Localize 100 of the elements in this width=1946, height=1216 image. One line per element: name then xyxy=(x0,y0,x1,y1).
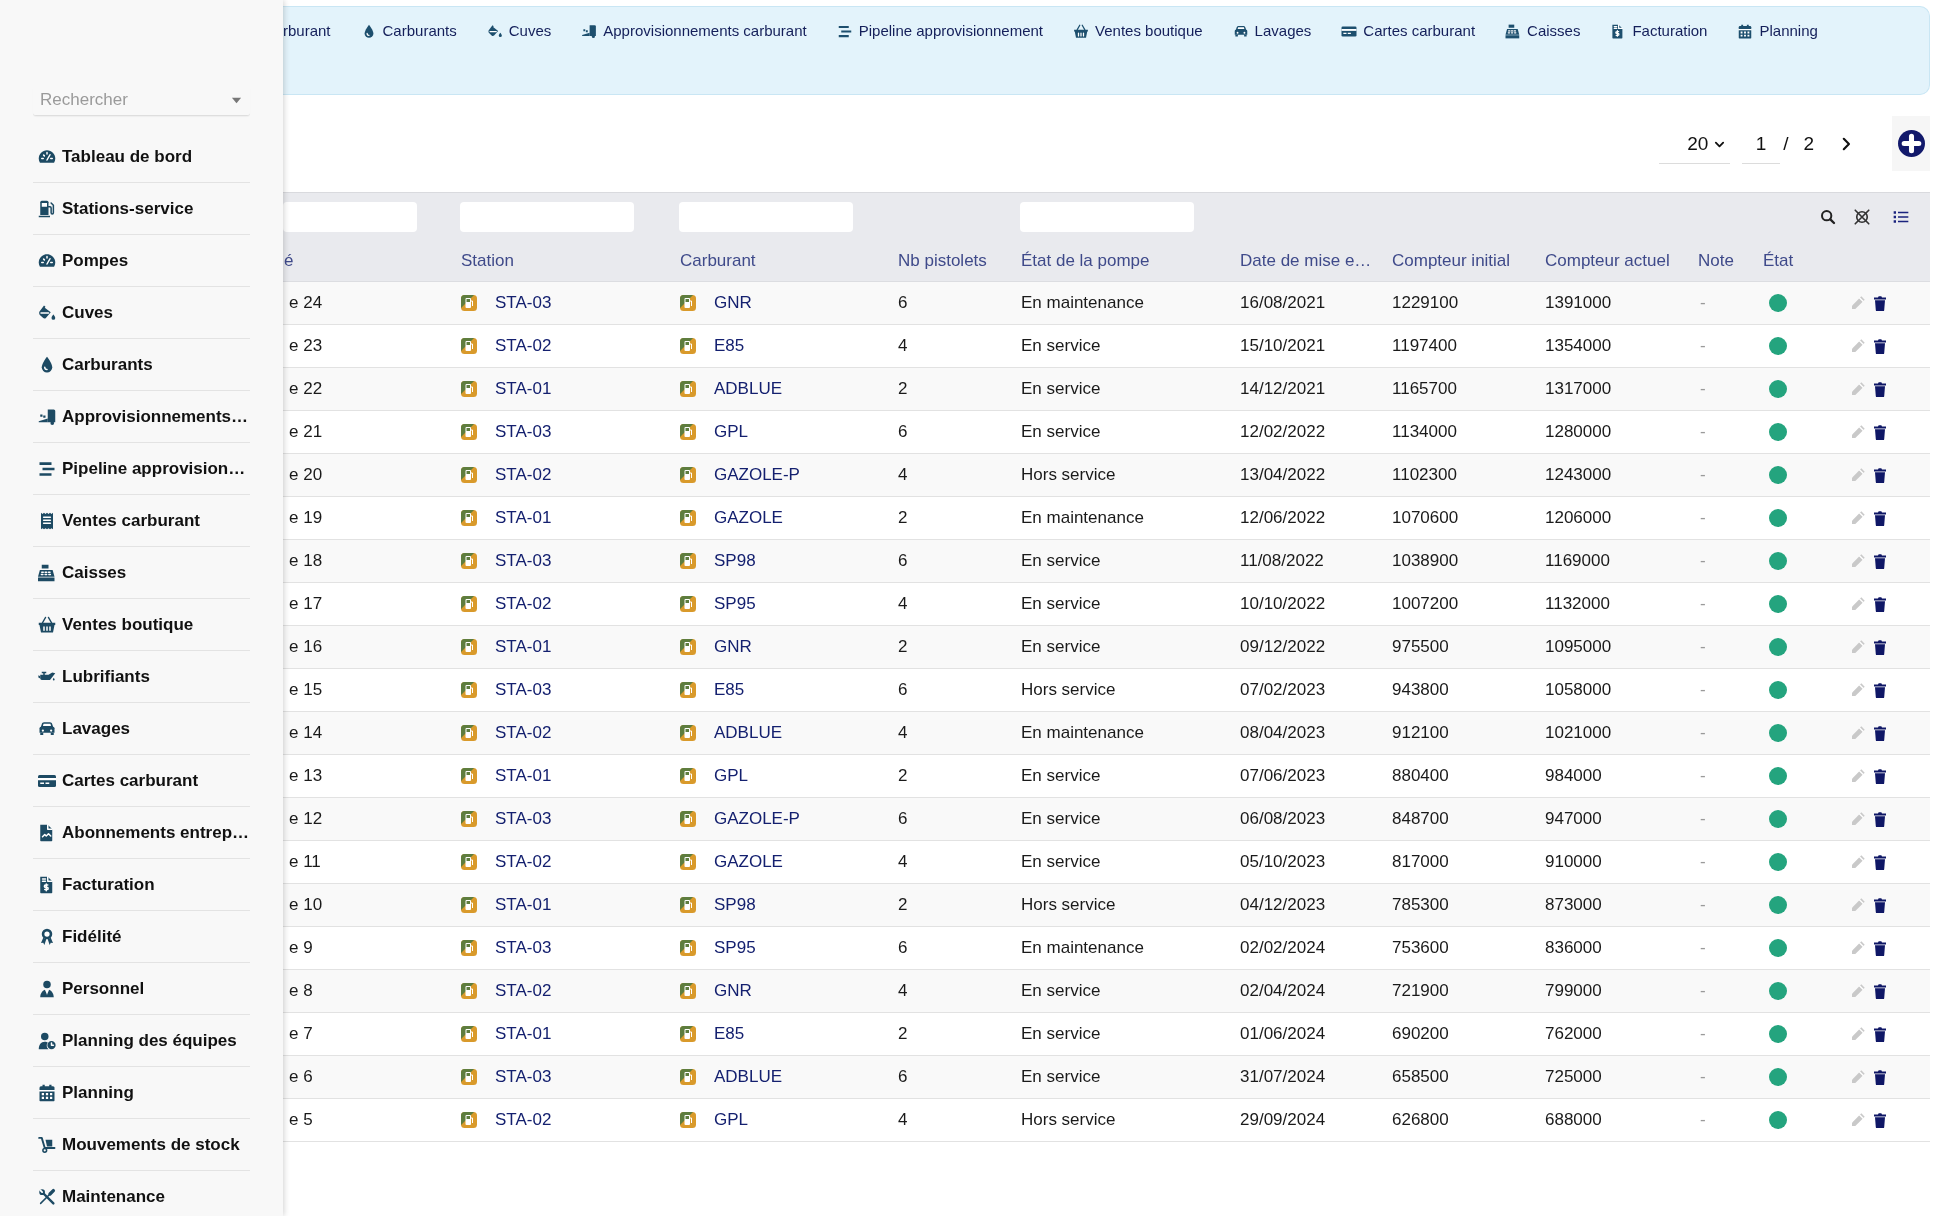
nav-link[interactable]: rburant xyxy=(283,21,331,41)
trash-icon[interactable] xyxy=(1872,466,1888,484)
station-link[interactable]: STA-02 xyxy=(495,723,552,743)
fuel-link[interactable]: GPL xyxy=(714,1110,749,1130)
trash-icon[interactable] xyxy=(1872,423,1888,441)
sidebar-item[interactable]: Lubrifiants xyxy=(33,651,250,703)
fuel-link[interactable]: ADBLUE xyxy=(714,723,783,743)
fuel-link[interactable]: GAZOLE xyxy=(714,508,783,528)
sidebar-item[interactable]: Cartes carburant xyxy=(33,755,250,807)
trash-icon[interactable] xyxy=(1872,767,1888,785)
column-header[interactable]: Compteur initial xyxy=(1392,250,1545,271)
sidebar-item[interactable]: Stations-service xyxy=(33,183,250,235)
fuel-link[interactable]: SP98 xyxy=(714,551,756,571)
station-link[interactable]: STA-01 xyxy=(495,1024,552,1044)
filter-field[interactable] xyxy=(283,201,417,232)
sidebar-item[interactable]: Mouvements de stock xyxy=(33,1119,250,1171)
trash-icon[interactable] xyxy=(1872,1111,1888,1129)
sidebar-item[interactable]: Abonnements entrep… xyxy=(33,807,250,859)
trash-icon[interactable] xyxy=(1872,595,1888,613)
sidebar-item[interactable]: Personnel xyxy=(33,963,250,1015)
station-link[interactable]: STA-03 xyxy=(495,422,552,442)
trash-icon[interactable] xyxy=(1872,681,1888,699)
station-link[interactable]: STA-02 xyxy=(495,1110,552,1130)
station-link[interactable]: STA-03 xyxy=(495,680,552,700)
page-input[interactable]: 1 xyxy=(1742,125,1781,164)
sidebar-item[interactable]: Tableau de bord xyxy=(33,131,250,183)
fuel-link[interactable]: ADBLUE xyxy=(714,379,783,399)
nav-link[interactable]: Cartes carburant xyxy=(1341,21,1476,41)
trash-icon[interactable] xyxy=(1872,853,1888,871)
sidebar-item[interactable]: Caisses xyxy=(33,547,250,599)
fuel-link[interactable]: SP95 xyxy=(714,594,756,614)
station-link[interactable]: STA-03 xyxy=(495,1067,552,1087)
column-header[interactable]: État xyxy=(1763,250,1838,271)
fuel-link[interactable]: GAZOLE-P xyxy=(714,465,800,485)
column-header[interactable]: é xyxy=(283,250,461,271)
fuel-link[interactable]: ADBLUE xyxy=(714,1067,783,1087)
sidebar-item[interactable]: Facturation xyxy=(33,859,250,911)
sidebar-item[interactable]: Approvisionnements… xyxy=(33,391,250,443)
nav-link[interactable]: Planning xyxy=(1737,21,1818,41)
nav-link[interactable]: Cuves xyxy=(486,21,552,41)
column-header[interactable]: État de la pompe xyxy=(1021,250,1240,271)
nav-link[interactable]: Lavages xyxy=(1232,21,1312,41)
nav-link[interactable]: Facturation xyxy=(1610,21,1708,41)
sidebar-item[interactable]: Lavages xyxy=(33,703,250,755)
search-field[interactable]: Rechercher xyxy=(33,85,231,115)
station-link[interactable]: STA-03 xyxy=(495,551,552,571)
station-link[interactable]: STA-01 xyxy=(495,637,552,657)
station-link[interactable]: STA-02 xyxy=(495,852,552,872)
fuel-link[interactable]: E85 xyxy=(714,680,745,700)
sidebar-item[interactable]: Ventes carburant xyxy=(33,495,250,547)
fuel-link[interactable]: SP95 xyxy=(714,938,756,958)
fuel-link[interactable]: GPL xyxy=(714,766,749,786)
station-link[interactable]: STA-02 xyxy=(495,981,552,1001)
station-link[interactable]: STA-02 xyxy=(495,594,552,614)
trash-icon[interactable] xyxy=(1872,337,1888,355)
station-link[interactable]: STA-01 xyxy=(495,895,552,915)
sidebar-item[interactable]: Carburants xyxy=(33,339,250,391)
trash-icon[interactable] xyxy=(1872,1025,1888,1043)
search-icon[interactable] xyxy=(1820,208,1836,225)
sidebar-item[interactable]: Cuves xyxy=(33,287,250,339)
station-link[interactable]: STA-01 xyxy=(495,508,552,528)
fuel-link[interactable]: GNR xyxy=(714,637,752,657)
fuel-link[interactable]: SP98 xyxy=(714,895,756,915)
sidebar-item[interactable]: Pompes xyxy=(33,235,250,287)
column-header[interactable]: Nb pistolets xyxy=(898,250,1021,271)
column-header[interactable]: Station xyxy=(461,250,680,271)
station-link[interactable]: STA-02 xyxy=(495,336,552,356)
station-link[interactable]: STA-01 xyxy=(495,379,552,399)
sidebar-item[interactable]: Planning xyxy=(33,1067,250,1119)
fuel-link[interactable]: GNR xyxy=(714,293,752,313)
sidebar-item[interactable]: Maintenance xyxy=(33,1171,250,1216)
crossed-circle-icon[interactable] xyxy=(1853,207,1871,226)
trash-icon[interactable] xyxy=(1872,380,1888,398)
list-icon[interactable] xyxy=(1893,208,1909,225)
column-header[interactable]: Compteur actuel xyxy=(1545,250,1698,271)
trash-icon[interactable] xyxy=(1872,896,1888,914)
nav-link[interactable]: Pipeline approvisionnement xyxy=(836,21,1043,41)
station-link[interactable]: STA-03 xyxy=(495,938,552,958)
sidebar-item[interactable]: Pipeline approvision… xyxy=(33,443,250,495)
fuel-link[interactable]: GAZOLE xyxy=(714,852,783,872)
trash-icon[interactable] xyxy=(1872,638,1888,656)
page-size-select[interactable]: 20 xyxy=(1659,125,1731,164)
station-link[interactable]: STA-02 xyxy=(495,465,552,485)
station-link[interactable]: STA-03 xyxy=(495,293,552,313)
column-header[interactable]: Note xyxy=(1698,250,1763,271)
sidebar-item[interactable]: Planning des équipes xyxy=(33,1015,250,1067)
station-link[interactable]: STA-03 xyxy=(495,809,552,829)
nav-link[interactable]: Caisses xyxy=(1505,21,1581,41)
nav-link[interactable]: Ventes boutique xyxy=(1073,21,1203,41)
sidebar-item[interactable]: Ventes boutique xyxy=(33,599,250,651)
column-header[interactable]: Carburant xyxy=(680,250,898,271)
fuel-link[interactable]: E85 xyxy=(714,336,745,356)
trash-icon[interactable] xyxy=(1872,294,1888,312)
add-button[interactable] xyxy=(1892,116,1930,171)
trash-icon[interactable] xyxy=(1872,1068,1888,1086)
trash-icon[interactable] xyxy=(1872,724,1888,742)
trash-icon[interactable] xyxy=(1872,810,1888,828)
trash-icon[interactable] xyxy=(1872,552,1888,570)
fuel-link[interactable]: GPL xyxy=(714,422,749,442)
trash-icon[interactable] xyxy=(1872,939,1888,957)
